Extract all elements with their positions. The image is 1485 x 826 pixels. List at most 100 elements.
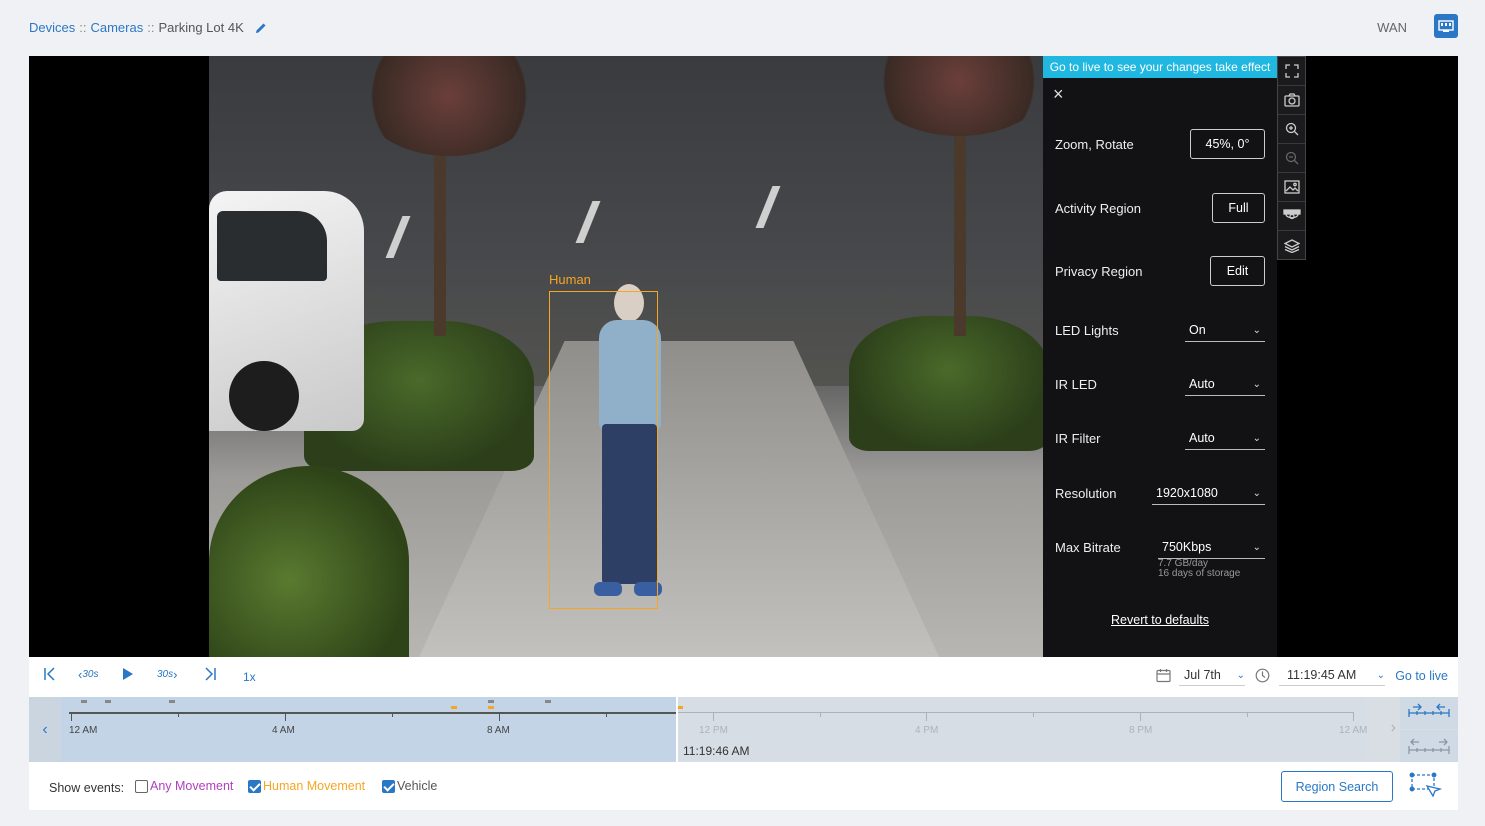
max-bitrate-value: 750Kbps — [1162, 540, 1212, 554]
chevron-down-icon: ⌄ — [1376, 669, 1385, 681]
timeline-tick — [713, 713, 714, 721]
play-icon[interactable] — [122, 667, 134, 684]
timeline[interactable]: ‹ 12 AM 4 AM 8 AM 12 PM 4 PM 8 PM 12 AM … — [29, 697, 1458, 762]
timeline-tick — [820, 713, 821, 717]
ir-filter-row: IR Filter Auto ⌄ — [1055, 427, 1265, 450]
clock-icon[interactable] — [1255, 668, 1270, 686]
region-search-button[interactable]: Region Search — [1281, 771, 1393, 802]
region-select-icon[interactable] — [1409, 772, 1445, 800]
timeline-tick — [1033, 713, 1034, 717]
network-port-icon[interactable] — [1434, 14, 1458, 38]
resolution-select[interactable]: 1920x1080 ⌄ — [1152, 482, 1265, 505]
max-bitrate-select[interactable]: 750Kbps ⌄ — [1158, 536, 1265, 559]
any-movement-checkbox[interactable] — [135, 779, 148, 793]
show-events-label: Show events: — [49, 781, 125, 795]
timeline-tick — [178, 713, 179, 717]
ir-led-select[interactable]: Auto ⌄ — [1185, 373, 1265, 396]
human-movement-label: Human Movement — [263, 779, 366, 793]
timeline-zoom-in-icon[interactable] — [1400, 697, 1458, 729]
human-movement-filter[interactable]: Human Movement — [248, 779, 365, 793]
timeline-label: 8 PM — [1129, 725, 1153, 736]
skip-back-button[interactable]: ‹ 30s — [78, 667, 98, 682]
storage-days: 16 days of storage — [1158, 568, 1241, 579]
video-player[interactable]: Human Go to live to see your changes tak… — [29, 56, 1458, 657]
timeline-next-icon[interactable]: › — [1391, 719, 1396, 737]
timeline-prev-icon[interactable]: ‹ — [29, 697, 61, 762]
live-banner[interactable]: Go to live to see your changes take effe… — [1043, 56, 1277, 78]
page-header: Devices :: Cameras :: Parking Lot 4K WAN — [0, 0, 1485, 56]
close-icon[interactable]: × — [1053, 85, 1067, 103]
timeline-event-marker[interactable] — [451, 706, 457, 709]
timeline-event-marker[interactable] — [488, 700, 494, 703]
time-select[interactable]: 11:19:45 AM ⌄ — [1279, 668, 1385, 686]
breadcrumb-devices[interactable]: Devices — [29, 20, 75, 35]
network-label: WAN — [1377, 20, 1407, 35]
timeline-recorded[interactable] — [61, 697, 676, 762]
detection-label: Human — [549, 272, 591, 287]
zoom-in-icon[interactable] — [1278, 115, 1305, 144]
led-lights-value: On — [1189, 323, 1206, 337]
vehicle-filter[interactable]: Vehicle — [382, 779, 437, 793]
timeline-label: 12 PM — [699, 725, 728, 736]
date-select[interactable]: Jul 7th ⌄ — [1179, 668, 1245, 686]
timeline-event-marker[interactable] — [105, 700, 111, 703]
privacy-region-button[interactable]: Edit — [1210, 256, 1265, 286]
timeline-cursor[interactable] — [676, 697, 678, 762]
layers-icon[interactable] — [1278, 231, 1305, 260]
camera-snapshot-icon[interactable] — [1278, 86, 1305, 115]
led-lights-select[interactable]: On ⌄ — [1185, 319, 1265, 342]
breadcrumb-cameras[interactable]: Cameras — [90, 20, 143, 35]
zoom-rotate-row: Zoom, Rotate 45%, 0° — [1055, 129, 1265, 159]
any-movement-label: Any Movement — [150, 779, 234, 793]
vehicle-checkbox[interactable] — [382, 779, 395, 793]
zoom-out-icon[interactable] — [1278, 144, 1305, 173]
playback-controls: ‹ 30s 30s › 1x Jul 7th ⌄ 11:19:45 AM ⌄ G… — [29, 657, 1458, 697]
resolution-label: Resolution — [1055, 486, 1117, 501]
video-toolbar — [1277, 56, 1306, 260]
camera-settings-panel: Go to live to see your changes take effe… — [1043, 56, 1277, 657]
fullscreen-icon[interactable] — [1278, 57, 1305, 86]
ir-filter-select[interactable]: Auto ⌄ — [1185, 427, 1265, 450]
image-settings-icon[interactable] — [1278, 173, 1305, 202]
timeline-axis-future — [676, 712, 1354, 713]
vehicle-label: Vehicle — [397, 779, 438, 793]
timeline-event-marker[interactable] — [545, 700, 551, 703]
timeline-tick — [1247, 713, 1248, 717]
privacy-region-row: Privacy Region Edit — [1055, 256, 1265, 286]
skip-forward-button[interactable]: 30s › — [157, 667, 177, 682]
activity-region-label: Activity Region — [1055, 200, 1141, 216]
breadcrumb-separator: :: — [147, 20, 155, 35]
playback-speed[interactable]: 1x — [243, 670, 256, 684]
chevron-down-icon: ⌄ — [1252, 324, 1261, 336]
skip-to-end-icon[interactable] — [203, 667, 217, 684]
ir-filter-label: IR Filter — [1055, 431, 1101, 446]
activity-region-button[interactable]: Full — [1212, 193, 1265, 223]
bitrate-storage-info: 7.7 GB/day 16 days of storage — [1158, 559, 1240, 579]
timeline-tick — [392, 713, 393, 717]
timeline-axis — [69, 712, 676, 714]
any-movement-filter[interactable]: Any Movement — [135, 779, 233, 793]
led-lights-label: LED Lights — [1055, 323, 1119, 338]
timeline-event-marker[interactable] — [81, 700, 87, 703]
camera-settings-icon[interactable] — [1278, 202, 1305, 231]
timeline-tick — [71, 713, 72, 721]
revert-defaults-link[interactable]: Revert to defaults — [1043, 613, 1277, 627]
chevron-down-icon: ⌄ — [1252, 541, 1261, 553]
max-bitrate-row: Max Bitrate 750Kbps ⌄ — [1055, 536, 1265, 559]
chevron-down-icon: ⌄ — [1252, 432, 1261, 444]
go-to-live-link[interactable]: Go to live — [1395, 669, 1448, 683]
timeline-zoom-out-icon[interactable] — [1400, 730, 1458, 762]
timeline-cursor-time: 11:19:46 AM — [683, 744, 750, 758]
zoom-rotate-button[interactable]: 45%, 0° — [1190, 129, 1265, 159]
timeline-event-marker[interactable] — [169, 700, 175, 703]
human-movement-checkbox[interactable] — [248, 779, 261, 793]
skip-back-label: 30s — [82, 669, 99, 680]
timeline-event-marker[interactable] — [488, 706, 494, 709]
skip-to-start-icon[interactable] — [43, 667, 57, 684]
calendar-icon[interactable] — [1156, 668, 1171, 686]
event-filters: Show events: Any Movement Human Movement… — [29, 762, 1458, 810]
resolution-row: Resolution 1920x1080 ⌄ — [1055, 482, 1265, 505]
ir-led-label: IR LED — [1055, 377, 1097, 392]
edit-pencil-icon[interactable] — [254, 21, 268, 35]
zoom-rotate-label: Zoom, Rotate — [1055, 136, 1134, 152]
